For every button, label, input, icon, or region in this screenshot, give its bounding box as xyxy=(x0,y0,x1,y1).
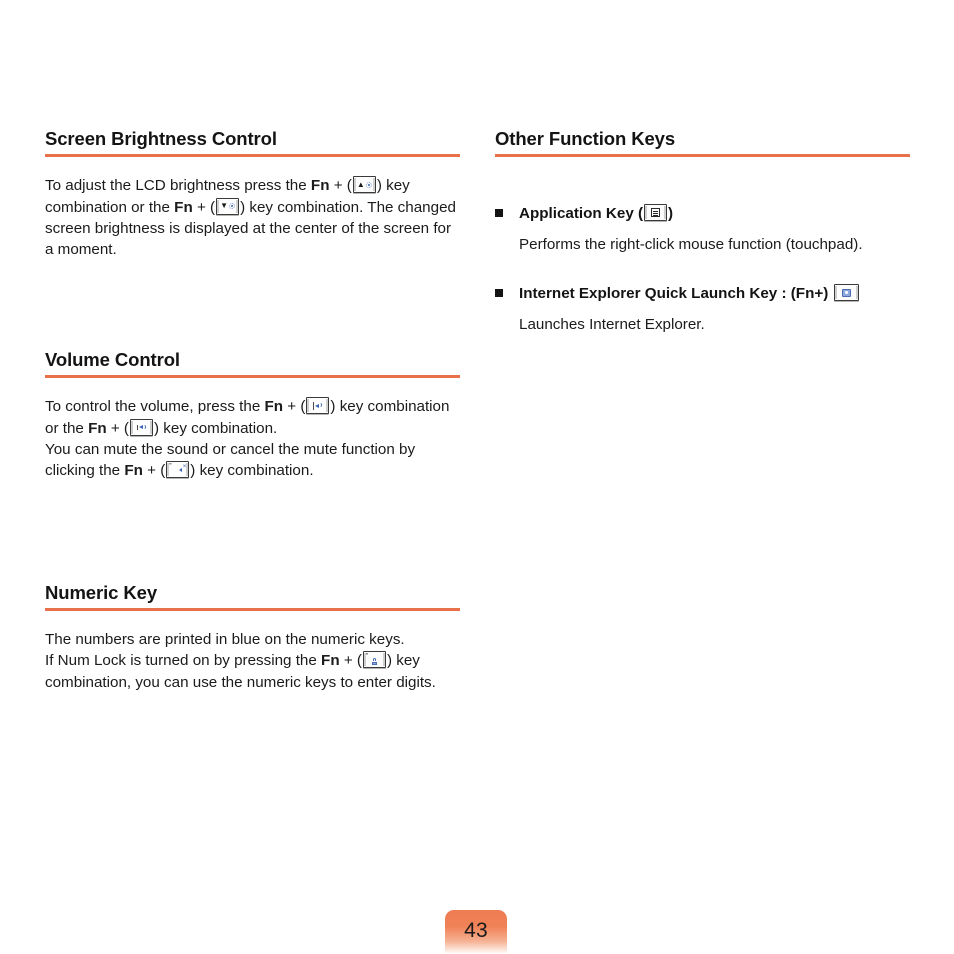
text-fragment: + ( xyxy=(192,198,216,216)
manual-page: Screen Brightness Control To adjust the … xyxy=(0,0,954,954)
right-column: Other Function Keys Application Key () P… xyxy=(495,128,910,693)
two-column-layout: Screen Brightness Control To adjust the … xyxy=(45,128,911,693)
square-bullet-icon xyxy=(495,283,519,298)
section-title-numeric-key: Numeric Key xyxy=(45,581,158,603)
section-rule xyxy=(45,375,460,379)
mute-key-icon: ” xyxy=(166,461,190,479)
section-title-other-function-keys: Other Function Keys xyxy=(495,128,676,149)
text-fragment: + ( xyxy=(283,398,306,416)
volume-down-key-icon xyxy=(130,418,153,436)
section-other-function-keys: Other Function Keys Application Key () P… xyxy=(495,128,910,335)
bullet-internet-explorer-key: Internet Explorer Quick Launch Key : (Fn… xyxy=(495,283,910,335)
text-fragment: Application Key ( xyxy=(519,205,644,223)
paragraph-screen-brightness: To adjust the LCD brightness press the F… xyxy=(45,175,460,261)
text-fragment: If Num Lock is turned on by pressing the xyxy=(45,652,322,670)
application-key-icon xyxy=(644,204,668,222)
fn-label: Fn xyxy=(264,398,284,416)
bullet-description: Performs the right-click mouse function … xyxy=(519,236,863,254)
page-number-badge: 43 xyxy=(445,910,507,954)
page-number: 43 xyxy=(464,919,488,942)
fn-label: Fn xyxy=(321,652,340,670)
text-fragment: ) key combination. xyxy=(154,419,278,437)
section-title-screen-brightness-control: Screen Brightness Control xyxy=(45,128,277,149)
section-rule xyxy=(45,608,460,612)
brightness-down-key-icon: ▼ xyxy=(216,197,240,215)
bullet-top-spacer xyxy=(495,175,910,203)
paragraph-numeric-key: The numbers are printed in blue on the n… xyxy=(45,629,460,693)
text-fragment: To adjust the LCD brightness press the xyxy=(45,177,311,195)
bullet-row: Internet Explorer Quick Launch Key : (Fn… xyxy=(495,283,910,304)
section-title-volume-control: Volume Control xyxy=(45,348,180,370)
text-fragment: ) key combination. xyxy=(190,462,314,480)
text-fragment: The numbers are printed in blue on the n… xyxy=(45,631,405,649)
internet-explorer-key-icon xyxy=(833,284,859,302)
text-fragment: + ( xyxy=(339,652,362,670)
fn-label: Fn xyxy=(124,462,143,480)
brightness-up-key-icon: ▲ xyxy=(352,176,376,194)
bullet-row: Application Key () xyxy=(495,203,910,224)
square-bullet-icon xyxy=(495,203,519,218)
section-rule xyxy=(495,154,910,158)
section-rule xyxy=(45,154,460,158)
text-fragment: + ( xyxy=(106,419,129,437)
section-screen-brightness-control: Screen Brightness Control To adjust the … xyxy=(45,128,460,261)
section-numeric-key: Numeric Key The numbers are printed in b… xyxy=(45,582,460,693)
bullet-gap xyxy=(495,255,910,283)
fn-label: Fn xyxy=(310,177,330,195)
volume-up-key-icon xyxy=(306,397,330,415)
bullet-title: Application Key () xyxy=(519,203,673,224)
text-fragment: + ( xyxy=(329,177,352,195)
text-fragment: + ( xyxy=(142,462,166,480)
paragraph-volume-control: To control the volume, press the Fn + ()… xyxy=(45,396,460,482)
text-fragment: ) xyxy=(668,205,674,223)
bullet-description: Launches Internet Explorer. xyxy=(519,316,705,334)
left-column: Screen Brightness Control To adjust the … xyxy=(45,128,460,693)
fn-label: Fn xyxy=(174,198,193,216)
bullet-application-key: Application Key () Performs the right-cl… xyxy=(495,203,910,255)
text-fragment: Internet Explorer Quick Launch Key : (Fn… xyxy=(519,285,833,303)
num-lock-key-icon: ” xyxy=(362,651,386,669)
bullet-title: Internet Explorer Quick Launch Key : (Fn… xyxy=(519,283,860,304)
section-volume-control: Volume Control To control the volume, pr… xyxy=(45,349,460,482)
fn-label: Fn xyxy=(88,419,107,437)
text-fragment: To control the volume, press the xyxy=(45,398,265,416)
